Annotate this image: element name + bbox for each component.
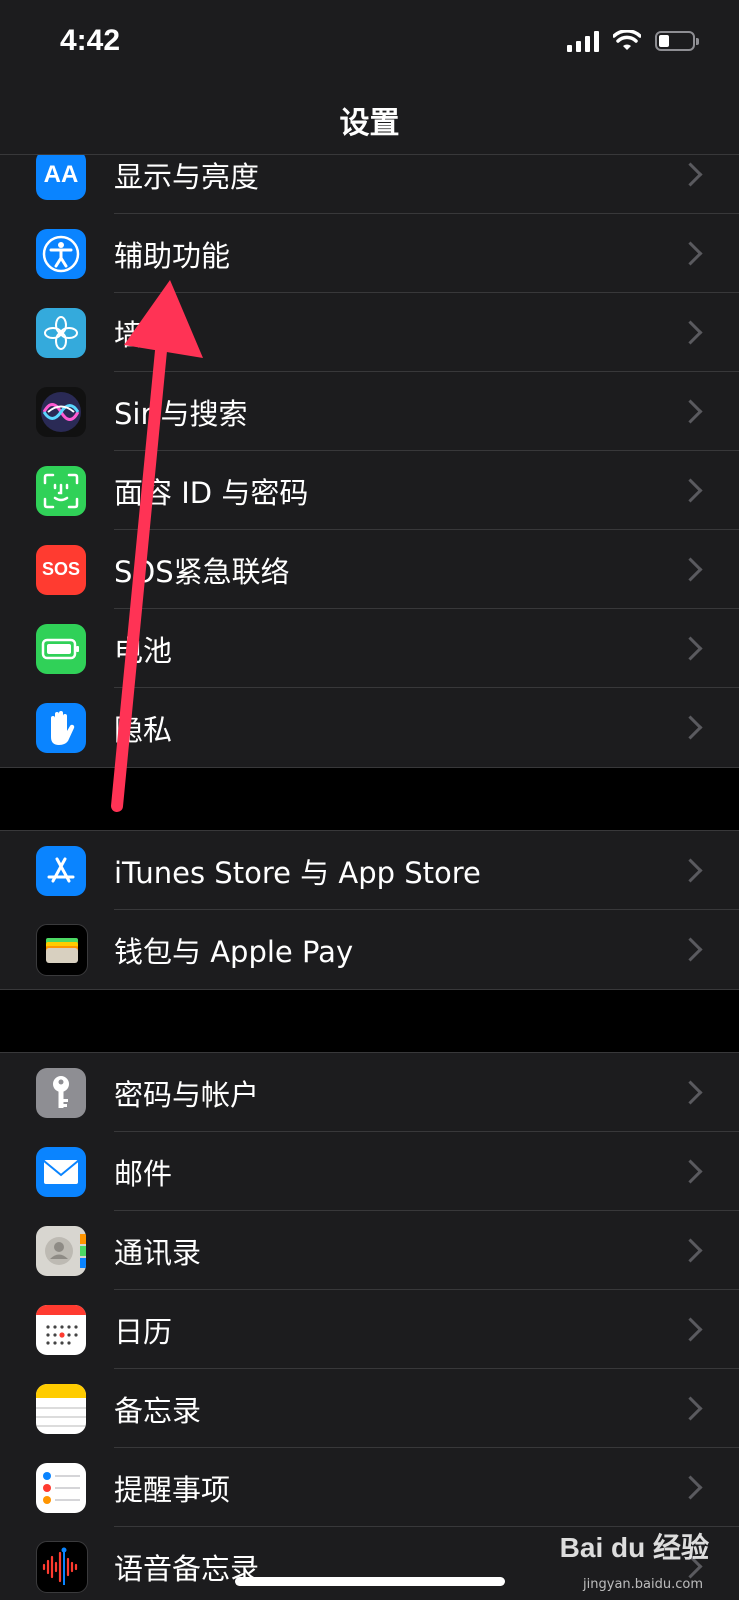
app-store-icon	[36, 845, 86, 896]
chevron-right-icon	[678, 320, 703, 345]
settings-row-label: 邮件	[114, 1156, 173, 1191]
chevron-right-icon	[678, 858, 703, 883]
navigation-bar: 设置	[0, 90, 739, 155]
page-title: 设置	[339, 106, 400, 141]
settings-row-label: 提醒事项	[114, 1472, 231, 1507]
mail-icon	[36, 1146, 86, 1197]
notes-icon	[36, 1383, 86, 1434]
status-time: 4:42	[60, 24, 121, 57]
chevron-right-icon	[678, 937, 703, 962]
settings-row-label: 钱包与 Apple Pay	[114, 934, 354, 969]
settings-row-battery[interactable]: 电池	[0, 609, 739, 688]
key-icon	[36, 1067, 86, 1118]
sos-icon: SOS	[36, 544, 86, 595]
settings-row-label: 辅助功能	[114, 238, 231, 273]
settings-row-label: 备忘录	[114, 1393, 202, 1428]
status-bar: 4:42	[0, 0, 739, 90]
settings-group-system: AA 显示与亮度 辅助功能 墙纸 Siri与搜索 面容 ID 与密码 SOS S…	[0, 135, 739, 767]
section-gap	[0, 767, 739, 831]
contacts-icon	[36, 1225, 86, 1276]
display-brightness-icon: AA	[36, 149, 86, 200]
baidu-watermark: Bai du 经验	[559, 1532, 709, 1563]
chevron-right-icon	[678, 636, 703, 661]
wifi-icon	[613, 30, 641, 50]
section-gap	[0, 989, 739, 1053]
battery-icon	[655, 31, 699, 51]
chevron-right-icon	[678, 1238, 703, 1263]
chevron-right-icon	[678, 399, 703, 424]
siri-icon	[36, 386, 86, 437]
accessibility-icon	[36, 228, 86, 279]
settings-row-reminders[interactable]: 提醒事项	[0, 1448, 739, 1527]
settings-row-label: Siri与搜索	[114, 396, 248, 431]
reminders-icon	[36, 1462, 86, 1513]
baidu-watermark-url: jingyan.baidu.com	[583, 1577, 703, 1592]
settings-group-store: iTunes Store 与 App Store 钱包与 Apple Pay	[0, 831, 739, 989]
settings-row-notes[interactable]: 备忘录	[0, 1369, 739, 1448]
settings-row-label: 日历	[114, 1314, 173, 1349]
chevron-right-icon	[678, 1080, 703, 1105]
settings-row-label: SOS紧急联络	[114, 554, 290, 589]
settings-row-privacy[interactable]: 隐私	[0, 688, 739, 767]
chevron-right-icon	[678, 241, 703, 266]
settings-row-label: 电池	[114, 633, 173, 668]
settings-row-label: 墙纸	[114, 317, 173, 352]
settings-row-mail[interactable]: 邮件	[0, 1132, 739, 1211]
settings-row-contacts[interactable]: 通讯录	[0, 1211, 739, 1290]
settings-group-apps: 密码与帐户 邮件 通讯录 日历 备忘录 提醒事项 语音备忘录	[0, 1053, 739, 1600]
settings-row-wallpaper[interactable]: 墙纸	[0, 293, 739, 372]
chevron-right-icon	[678, 1317, 703, 1342]
settings-row-accessibility[interactable]: 辅助功能	[0, 214, 739, 293]
settings-row-siri-search[interactable]: Siri与搜索	[0, 372, 739, 451]
settings-list: AA 显示与亮度 辅助功能 墙纸 Siri与搜索 面容 ID 与密码 SOS S…	[0, 135, 739, 1600]
settings-row-label: 隐私	[114, 712, 173, 747]
wallet-icon	[36, 923, 88, 976]
chevron-right-icon	[678, 557, 703, 582]
calendar-icon	[36, 1304, 86, 1355]
chevron-right-icon	[678, 478, 703, 503]
home-indicator[interactable]	[235, 1577, 505, 1586]
chevron-right-icon	[678, 1475, 703, 1500]
settings-row-label: 面容 ID 与密码	[114, 475, 309, 510]
status-icons	[567, 30, 699, 52]
hand-icon	[36, 702, 86, 753]
face-id-icon	[36, 465, 86, 516]
settings-screen: 4:42 设置 AA 显示与亮度 辅助功能 墙纸 Siri与搜索 面容 ID 与…	[0, 0, 739, 1600]
chevron-right-icon	[678, 1159, 703, 1184]
settings-row-emergency-sos[interactable]: SOS SOS紧急联络	[0, 530, 739, 609]
settings-row-label: iTunes Store 与 App Store	[114, 855, 481, 890]
settings-row-label: 显示与亮度	[114, 159, 260, 194]
voice-memos-icon	[36, 1540, 88, 1593]
settings-row-face-id[interactable]: 面容 ID 与密码	[0, 451, 739, 530]
settings-row-label: 密码与帐户	[114, 1077, 260, 1112]
chevron-right-icon	[678, 715, 703, 740]
settings-row-wallet[interactable]: 钱包与 Apple Pay	[0, 910, 739, 989]
settings-row-itunes-app-store[interactable]: iTunes Store 与 App Store	[0, 831, 739, 910]
battery-icon	[36, 623, 86, 674]
wallpaper-flower-icon	[36, 307, 86, 358]
chevron-right-icon	[678, 162, 703, 187]
settings-row-label: 通讯录	[114, 1235, 202, 1270]
settings-row-calendar[interactable]: 日历	[0, 1290, 739, 1369]
settings-row-passwords-accounts[interactable]: 密码与帐户	[0, 1053, 739, 1132]
cellular-signal-icon	[567, 30, 599, 52]
chevron-right-icon	[678, 1396, 703, 1421]
